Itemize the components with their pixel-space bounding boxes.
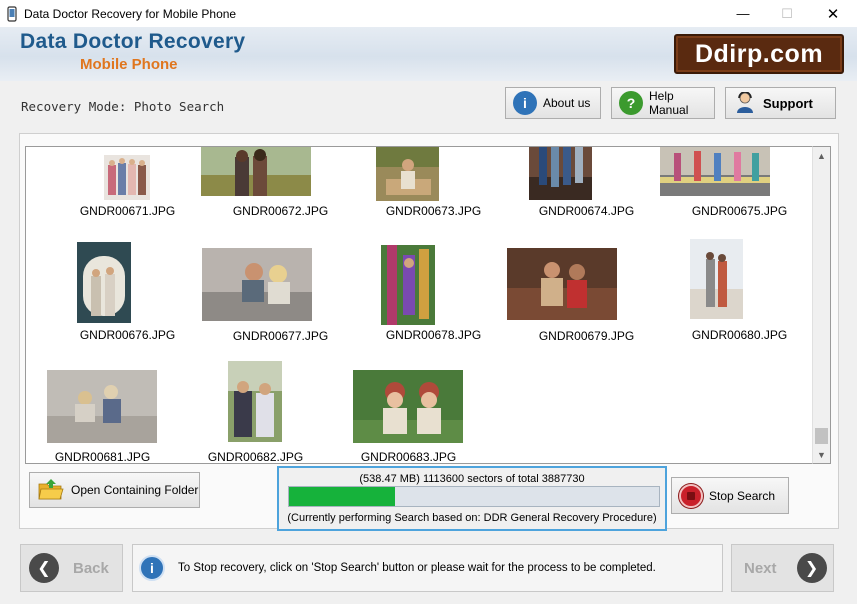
scroll-thumb[interactable]	[815, 428, 828, 444]
progress-fill	[289, 487, 395, 506]
info-icon: i	[139, 555, 165, 581]
minimize-button[interactable]: —	[720, 0, 766, 27]
back-label: Back	[73, 559, 109, 577]
support-button[interactable]: Support	[725, 87, 836, 119]
photo-filename: GNDR00674.JPG	[538, 204, 635, 218]
photo-filename: GNDR00676.JPG	[79, 328, 176, 342]
photo-gallery[interactable]: GNDR00671.JPG GNDR00672.JPG GNDR00673.JP…	[25, 146, 812, 464]
next-button[interactable]: Next ❯	[731, 544, 834, 592]
photo-thumbnail	[228, 361, 282, 442]
photo-filename: GNDR00678.JPG	[385, 328, 482, 342]
brand-subtitle: Mobile Phone	[80, 56, 178, 73]
close-button[interactable]: ✕	[810, 0, 856, 27]
support-label: Support	[763, 95, 813, 111]
photo-thumbnail	[381, 245, 435, 325]
header-banner: Data Doctor Recovery Mobile Phone Ddirp.…	[0, 27, 857, 81]
photo-filename: GNDR00675.JPG	[691, 204, 788, 218]
maximize-button[interactable]: ☐	[764, 0, 810, 27]
back-button[interactable]: ❮ Back	[20, 544, 123, 592]
arrow-right-icon: ❯	[796, 553, 827, 583]
help-manual-button[interactable]: ? Help Manual	[611, 87, 715, 119]
photo-thumbnail	[690, 239, 743, 319]
footer-bar: ❮ Back i To Stop recovery, click on 'Sto…	[0, 535, 857, 604]
about-us-button[interactable]: i About us	[505, 87, 601, 119]
window-title: Data Doctor Recovery for Mobile Phone	[24, 6, 237, 21]
mode-bar: Recovery Mode: Photo Search i About us ?…	[0, 81, 857, 123]
title-bar: Data Doctor Recovery for Mobile Phone — …	[0, 0, 857, 27]
photo-thumbnail	[376, 147, 439, 201]
gallery-scrollbar[interactable]: ▲ ▼	[812, 146, 831, 464]
photo-filename: GNDR00679.JPG	[538, 329, 635, 343]
hint-text: To Stop recovery, click on 'Stop Search'…	[178, 562, 656, 574]
photo-filename: GNDR00682.JPG	[207, 450, 304, 464]
photo-filename: GNDR00671.JPG	[79, 204, 176, 218]
folder-open-icon	[37, 478, 65, 502]
photo-filename: GNDR00680.JPG	[691, 328, 788, 342]
next-label: Next	[744, 559, 777, 577]
hint-box: i To Stop recovery, click on 'Stop Searc…	[132, 544, 723, 592]
support-person-icon	[735, 92, 755, 114]
photo-thumbnail	[201, 147, 311, 196]
stop-icon	[679, 483, 703, 508]
brand-title: Data Doctor Recovery	[20, 30, 246, 53]
open-containing-folder-button[interactable]: Open Containing Folder	[29, 472, 200, 508]
question-icon: ?	[619, 91, 643, 115]
app-icon	[7, 5, 17, 22]
arrow-left-icon: ❮	[29, 553, 59, 583]
about-us-label: About us	[543, 96, 591, 110]
help-manual-label: Help Manual	[649, 89, 689, 117]
info-icon: i	[513, 91, 537, 115]
photo-thumbnail	[202, 248, 312, 321]
scroll-down-icon[interactable]: ▼	[813, 446, 830, 463]
open-folder-label: Open Containing Folder	[71, 483, 199, 497]
photo-thumbnail	[77, 242, 131, 323]
photo-filename: GNDR00683.JPG	[360, 450, 457, 464]
stop-search-label: Stop Search	[709, 488, 776, 503]
search-progress-box: (538.47 MB) 1113600 sectors of total 388…	[277, 466, 667, 531]
photo-filename: GNDR00681.JPG	[54, 450, 151, 464]
photo-thumbnail	[353, 370, 463, 443]
photo-thumbnail	[660, 147, 770, 196]
photo-filename: GNDR00672.JPG	[232, 204, 329, 218]
procedure-status-text: (Currently performing Search based on: D…	[287, 512, 657, 524]
sector-progress-text: (538.47 MB) 1113600 sectors of total 388…	[359, 473, 585, 485]
ddirp-logo: Ddirp.com	[674, 34, 844, 74]
photo-thumbnail	[529, 147, 592, 200]
search-progress-bar	[288, 486, 660, 507]
photo-filename: GNDR00677.JPG	[232, 329, 329, 343]
scroll-up-icon[interactable]: ▲	[813, 147, 830, 164]
recovery-mode-label: Recovery Mode: Photo Search	[21, 99, 225, 114]
stop-search-button[interactable]: Stop Search	[671, 477, 789, 514]
photo-filename: GNDR00673.JPG	[385, 204, 482, 218]
photo-thumbnail	[47, 370, 157, 443]
photo-thumbnail	[507, 248, 617, 320]
photo-thumbnail	[104, 155, 150, 200]
